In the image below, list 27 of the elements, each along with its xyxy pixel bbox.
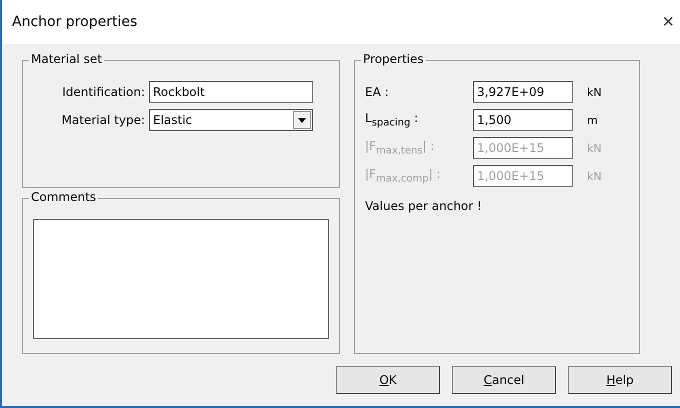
unit-label: m xyxy=(587,114,598,126)
unit-label: kN xyxy=(587,170,602,182)
group-title: Comments xyxy=(29,190,98,204)
material-type-dropdown[interactable]: Elastic xyxy=(149,109,313,131)
field-label: Material type: xyxy=(60,113,145,127)
close-button[interactable]: × xyxy=(656,10,680,34)
field-label: Identification: xyxy=(61,85,145,99)
unit-label: kN xyxy=(587,142,602,154)
group-title: Properties xyxy=(361,52,426,66)
property-label: L$_{spacing}$ : xyxy=(365,111,420,129)
window-title: Anchor properties xyxy=(12,14,138,30)
property-label: |F$_{max,tens}$| : xyxy=(365,139,436,157)
dialog-button[interactable]: Help xyxy=(568,366,672,394)
property-field[interactable]: 1,500 xyxy=(473,109,573,131)
property-field[interactable]: 3,927E+09 xyxy=(473,81,573,103)
property-label: EA : xyxy=(365,85,390,99)
unit-label: kN xyxy=(587,86,602,98)
dialog-button[interactable]: Cancel xyxy=(452,366,556,394)
group-title: Material set xyxy=(29,52,104,66)
note-text: Values per anchor ! xyxy=(365,199,483,213)
dialog-button[interactable]: OK xyxy=(336,366,440,394)
property-label: |F$_{max,comp}$| : xyxy=(365,167,442,185)
dropdown-value: Elastic xyxy=(153,113,192,127)
dropdown-button[interactable] xyxy=(293,111,311,129)
identification-field[interactable]: Rockbolt xyxy=(149,81,313,103)
caret-icon xyxy=(298,118,306,122)
comments-field[interactable] xyxy=(33,219,329,339)
